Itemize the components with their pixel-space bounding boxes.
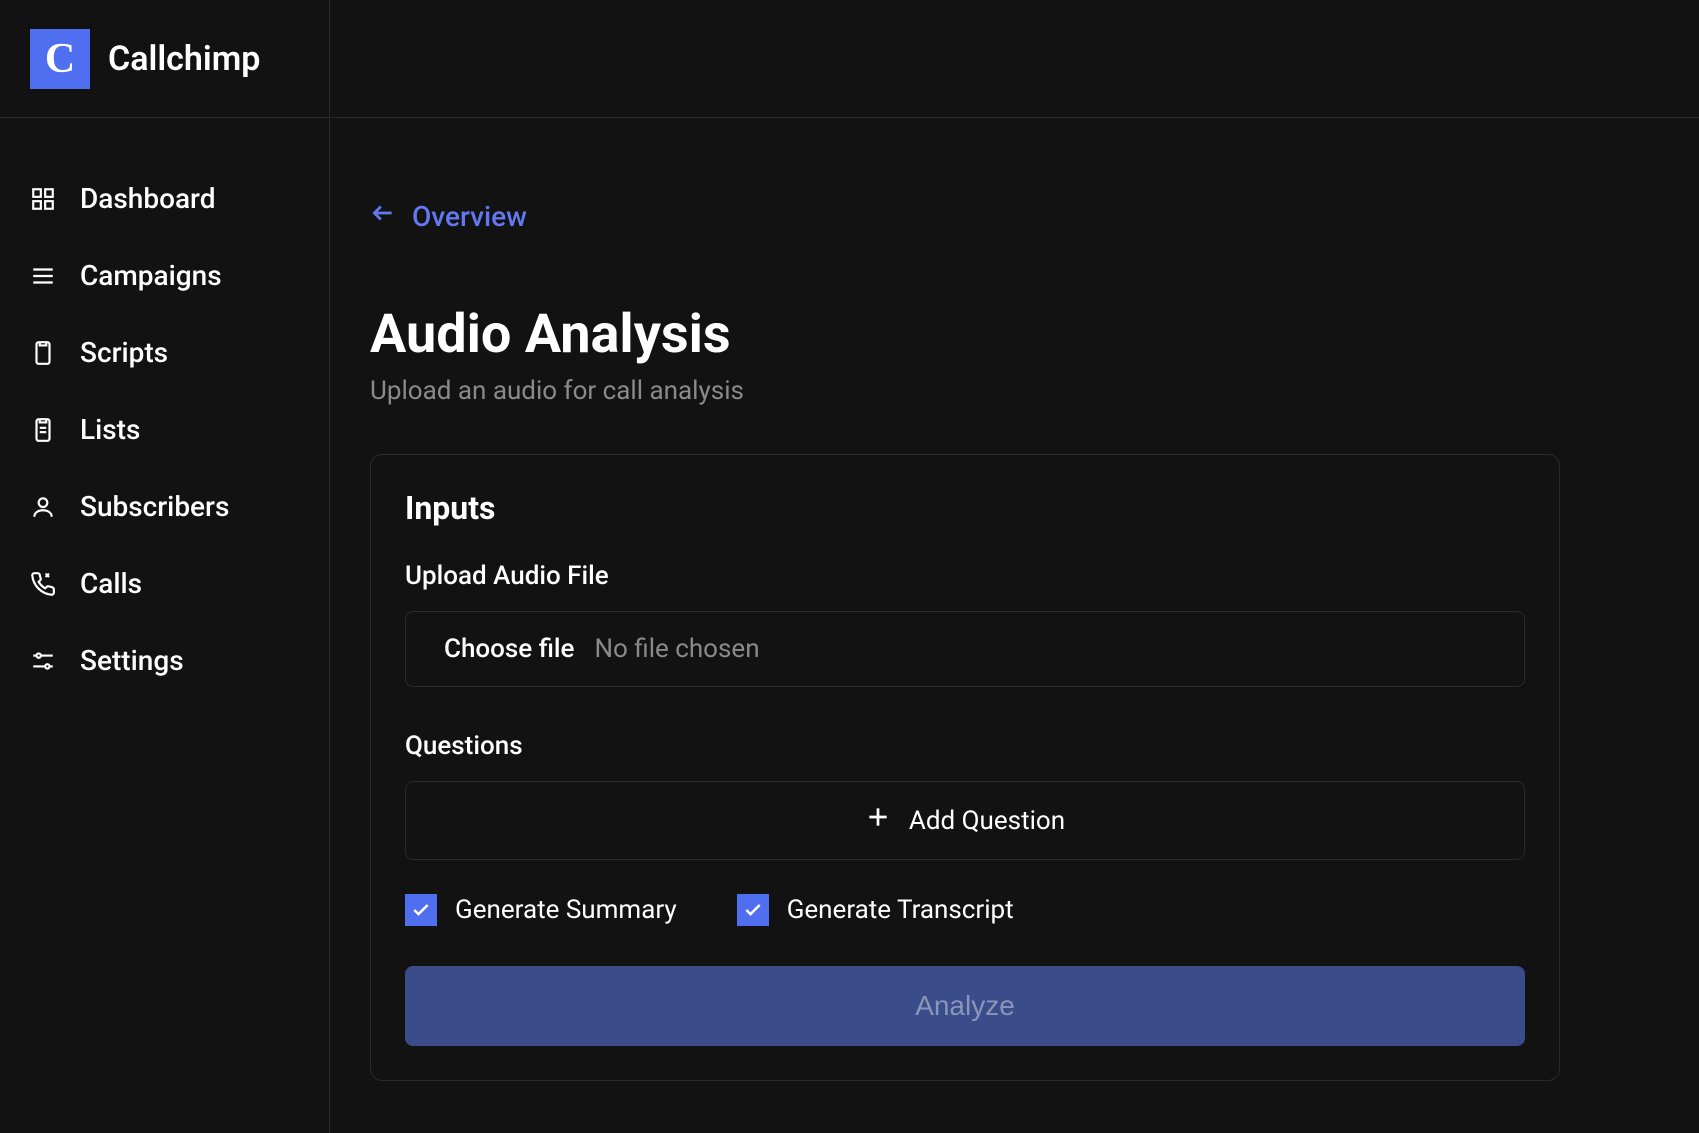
sidebar-item-dashboard[interactable]: Dashboard xyxy=(0,160,329,237)
sidebar-item-label: Scripts xyxy=(80,336,168,369)
sidebar-item-label: Subscribers xyxy=(80,490,229,523)
calls-icon xyxy=(30,571,56,597)
lists-icon xyxy=(30,417,56,443)
page-title: Audio Analysis xyxy=(370,303,1659,366)
overview-back-link[interactable]: Overview xyxy=(370,200,1659,233)
main-content: Overview Audio Analysis Upload an audio … xyxy=(330,0,1699,1133)
logo-icon: C xyxy=(30,29,90,89)
sidebar-item-label: Settings xyxy=(80,644,184,677)
sidebar-item-scripts[interactable]: Scripts xyxy=(0,314,329,391)
add-question-label: Add Question xyxy=(909,806,1065,836)
sidebar-item-lists[interactable]: Lists xyxy=(0,391,329,468)
choose-file-label: Choose file xyxy=(444,634,574,664)
page-subtitle: Upload an audio for call analysis xyxy=(370,376,1659,406)
sidebar-item-label: Campaigns xyxy=(80,259,222,292)
upload-audio-label: Upload Audio File xyxy=(405,561,1525,591)
add-question-button[interactable]: Add Question xyxy=(405,781,1525,860)
sidebar-item-label: Lists xyxy=(80,413,140,446)
scripts-icon xyxy=(30,340,56,366)
checkbox-label: Generate Summary xyxy=(455,895,677,925)
settings-icon xyxy=(30,648,56,674)
back-link-label: Overview xyxy=(412,200,527,233)
sidebar-item-label: Dashboard xyxy=(80,182,215,215)
analyze-button[interactable]: Analyze xyxy=(405,966,1525,1046)
sidebar-item-subscribers[interactable]: Subscribers xyxy=(0,468,329,545)
logo-block[interactable]: C Callchimp xyxy=(30,29,260,89)
dashboard-icon xyxy=(30,186,56,212)
campaigns-icon xyxy=(30,263,56,289)
checkbox-label: Generate Transcript xyxy=(787,895,1014,925)
card-title: Inputs xyxy=(405,489,1525,527)
sidebar-item-label: Calls xyxy=(80,567,142,600)
upload-audio-file-input[interactable]: Choose file No file chosen xyxy=(405,611,1525,687)
checkbox-checked-icon xyxy=(405,894,437,926)
checkbox-checked-icon xyxy=(737,894,769,926)
arrow-left-icon xyxy=(370,200,396,233)
plus-icon xyxy=(865,804,891,837)
generate-summary-checkbox[interactable]: Generate Summary xyxy=(405,894,677,926)
questions-label: Questions xyxy=(405,731,1525,761)
file-status-text: No file chosen xyxy=(594,634,759,664)
sidebar-item-calls[interactable]: Calls xyxy=(0,545,329,622)
inputs-card: Inputs Upload Audio File Choose file No … xyxy=(370,454,1560,1081)
subscribers-icon xyxy=(30,494,56,520)
options-row: Generate Summary Generate Transcript xyxy=(405,894,1525,926)
brand-name: Callchimp xyxy=(108,39,260,79)
sidebar: Dashboard Campaigns Scripts Lists Subscr… xyxy=(0,0,330,1133)
generate-transcript-checkbox[interactable]: Generate Transcript xyxy=(737,894,1014,926)
sidebar-item-settings[interactable]: Settings xyxy=(0,622,329,699)
sidebar-item-campaigns[interactable]: Campaigns xyxy=(0,237,329,314)
